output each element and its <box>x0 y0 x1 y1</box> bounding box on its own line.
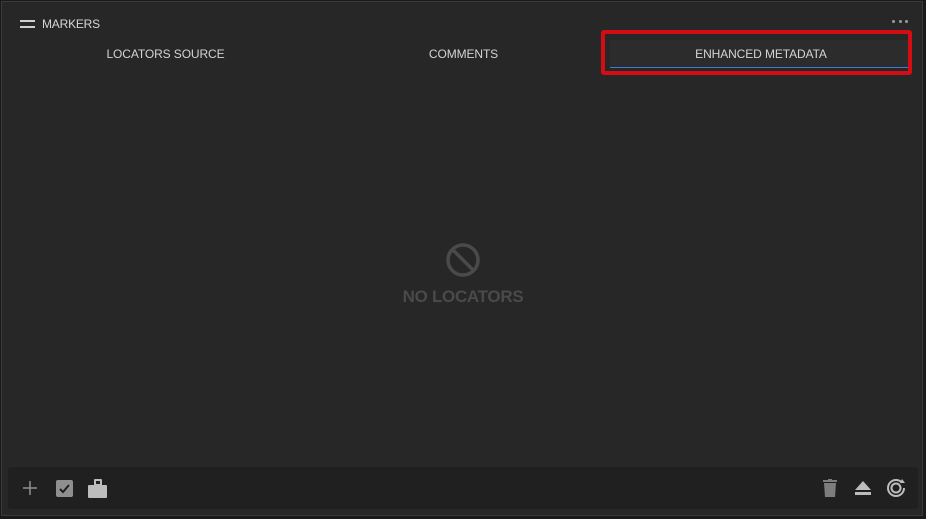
checkbox-icon[interactable] <box>54 478 74 498</box>
sync-icon[interactable] <box>886 478 906 498</box>
highlight-annotation <box>601 30 912 75</box>
tab-comments[interactable]: COMMENTS <box>317 40 610 68</box>
footer-toolbar <box>8 467 918 509</box>
markers-panel: MARKERS LOCATORS SOURCE COMMENTS ENHANCE… <box>1 1 923 516</box>
panel-header: MARKERS <box>20 16 100 32</box>
no-entry-icon <box>445 242 481 278</box>
tab-locators-source[interactable]: LOCATORS SOURCE <box>14 40 317 68</box>
add-icon[interactable] <box>20 478 40 498</box>
clipboard-icon[interactable] <box>87 478 107 498</box>
eject-icon[interactable] <box>853 478 873 498</box>
panel-title: MARKERS <box>42 17 100 31</box>
empty-state: NO LOCATORS <box>2 242 924 307</box>
hamburger-icon[interactable] <box>20 20 35 28</box>
empty-state-message: NO LOCATORS <box>402 287 524 306</box>
more-horizontal-icon[interactable] <box>892 18 908 24</box>
trash-icon[interactable] <box>820 478 840 498</box>
